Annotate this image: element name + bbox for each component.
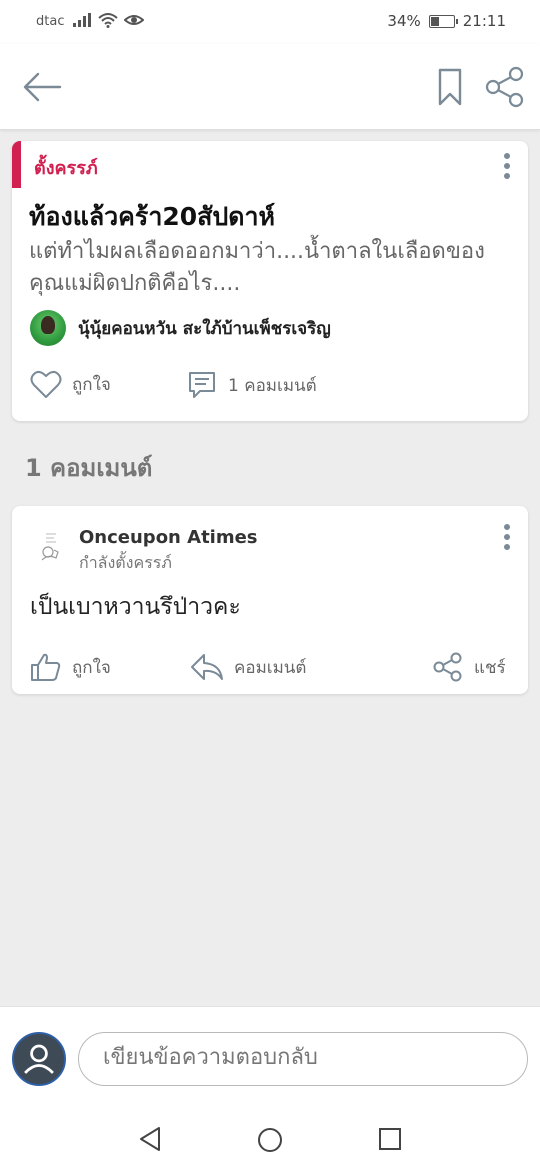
reply-compose-bar: เขียนข้อความตอบกลับ (0, 1006, 540, 1108)
status-icons (72, 12, 144, 28)
user-avatar[interactable] (12, 1032, 66, 1086)
post-excerpt: แต่ทำไมผลเลือดออกมาว่า....น้ำตาลในเลือดข… (29, 239, 485, 296)
avatar[interactable] (30, 310, 66, 346)
reply-label: คอมเมนต์ (234, 657, 307, 678)
like-label: ถูกใจ (72, 374, 111, 395)
like-button[interactable]: ถูกใจ (30, 369, 111, 399)
clock: 21:11 (462, 12, 506, 30)
comment-count-button[interactable]: 1 คอมเมนต์ (186, 369, 317, 401)
post-title: ท้องแล้วคร้า20สัปดาห์ (29, 202, 276, 231)
wifi-icon (98, 13, 118, 28)
eye-icon (124, 15, 144, 25)
commenter-name[interactable]: Onceupon Atimes (79, 527, 258, 548)
share-icon (433, 652, 462, 682)
share-icon[interactable] (484, 66, 526, 108)
back-arrow-icon[interactable] (20, 68, 64, 106)
comment-card: Onceupon Atimes กำลังตั้งครรภ์ เป็นเบาหว… (12, 506, 528, 694)
system-nav-bar (0, 1108, 540, 1170)
nav-back-icon[interactable] (137, 1126, 163, 1152)
more-options-icon[interactable] (497, 151, 517, 181)
signal-icon (73, 13, 91, 27)
author-name[interactable]: นุ้นุ้ยคอนหวัน สะใภ้บ้านเพ็ชรเจริญ (78, 315, 331, 342)
comment-share-button[interactable]: แชร์ (432, 652, 506, 682)
tag-accent-bar (12, 141, 21, 188)
comment-text: เป็นเบาหวานรึป่าวคะ (30, 594, 241, 620)
reply-button[interactable]: คอมเมนต์ (190, 652, 306, 682)
bookmark-icon[interactable] (434, 66, 466, 108)
comment-bubble-icon (189, 372, 215, 398)
comment-count-label: 1 คอมเมนต์ (228, 375, 317, 396)
comments-heading: 1 คอมเมนต์ (25, 454, 153, 482)
reply-input[interactable]: เขียนข้อความตอบกลับ (78, 1032, 528, 1086)
comment-like-label: ถูกใจ (72, 657, 111, 678)
post-tag[interactable]: ตั้งครรภ์ (34, 153, 98, 182)
carrier-label: dtac (36, 14, 65, 29)
battery-fill (430, 16, 439, 26)
status-bar: dtac 34% 21:11 (0, 0, 540, 44)
battery-percent: 34% (387, 12, 421, 30)
nav-recents-icon[interactable] (378, 1127, 402, 1151)
reply-arrow-icon (191, 654, 223, 680)
heart-icon (30, 370, 62, 398)
commenter-avatar[interactable] (32, 526, 72, 566)
comment-like-button[interactable]: ถูกใจ (30, 652, 111, 682)
nav-home-icon[interactable] (256, 1126, 284, 1154)
post-card: ตั้งครรภ์ ท้องแล้วคร้า20สัปดาห์ แต่ทำไมผ… (12, 141, 528, 421)
battery-icon (428, 14, 458, 28)
app-bar (0, 44, 540, 130)
post-author[interactable]: นุ้นุ้ยคอนหวัน สะใภ้บ้านเพ็ชรเจริญ (30, 310, 331, 346)
more-options-icon[interactable] (497, 522, 517, 552)
status-right: 34% 21:11 (387, 12, 506, 30)
thumbs-up-icon (31, 653, 61, 681)
commenter-status: กำลังตั้งครรภ์ (79, 553, 172, 572)
share-label: แชร์ (474, 657, 506, 678)
